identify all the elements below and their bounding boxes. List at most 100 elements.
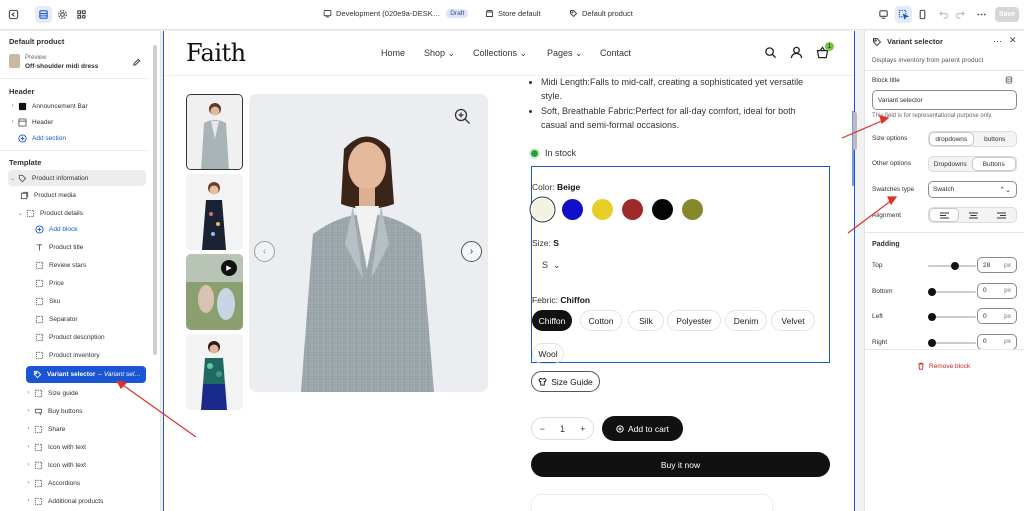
settings-icon[interactable] (54, 6, 71, 23)
fabric-option-polyester[interactable]: Polyester (667, 310, 721, 331)
nav-shop[interactable]: Shop ⌄ (424, 48, 455, 59)
product-main-image[interactable] (249, 94, 488, 392)
tree-item-share[interactable]: › Share (24, 421, 160, 437)
chevron-right-icon[interactable]: › (8, 119, 17, 125)
store-logo[interactable]: Faith (186, 39, 246, 67)
chevron-down-icon[interactable]: ⌄ (16, 210, 25, 217)
align-right-icon[interactable] (988, 208, 1016, 222)
close-icon[interactable]: ✕ (1009, 35, 1017, 46)
slider-thumb[interactable] (951, 262, 960, 270)
size-guide-button[interactable]: Size Guide (531, 371, 600, 392)
buy-now-button[interactable]: Buy it now (531, 452, 830, 477)
theme-selector[interactable]: Store default (485, 9, 541, 18)
tree-item-accordions[interactable]: › Accordions (24, 475, 160, 491)
sections-icon[interactable] (35, 6, 52, 23)
next-image-arrow-icon[interactable]: › (461, 241, 482, 262)
quantity-stepper[interactable]: − 1 + (531, 417, 594, 440)
quantity-value[interactable]: 1 (560, 424, 565, 434)
align-left-icon[interactable] (929, 208, 960, 222)
tree-item-size-guide[interactable]: › Size guide (24, 385, 160, 401)
color-swatch[interactable] (592, 199, 613, 220)
fabric-option-denim[interactable]: Denim (725, 310, 767, 331)
tree-item-price[interactable]: Price (34, 275, 160, 291)
left-scrollbar[interactable] (153, 45, 157, 355)
tree-item-product-media[interactable]: Product media (19, 187, 157, 203)
tree-item-variant-selector[interactable]: Variant selector – Variant sel… (26, 366, 146, 383)
nav-contact[interactable]: Contact (600, 48, 631, 58)
add-to-cart-button[interactable]: Add to cart (602, 416, 683, 441)
tree-item-icon-with-text[interactable]: › Icon with text (24, 457, 160, 473)
fabric-option-wool[interactable]: Wool (532, 343, 564, 364)
color-swatch[interactable] (622, 199, 643, 220)
color-swatch[interactable] (682, 199, 703, 220)
color-swatch[interactable] (562, 199, 583, 220)
add-block-button[interactable]: Add block (34, 221, 160, 237)
zoom-icon[interactable] (454, 108, 471, 127)
chevron-right-icon[interactable]: › (24, 444, 33, 450)
slider-thumb[interactable] (928, 287, 936, 296)
account-icon[interactable] (790, 46, 803, 61)
tree-item-product-details[interactable]: ⌄ Product details (16, 205, 154, 221)
tree-item-product-description[interactable]: Product description (34, 329, 160, 345)
size-options-toggle[interactable]: dropdowns buttons (928, 131, 1017, 147)
save-button[interactable]: Save (995, 7, 1019, 22)
nav-pages[interactable]: Pages ⌄ (547, 48, 583, 59)
chevron-right-icon[interactable]: › (24, 462, 33, 468)
add-section-button[interactable]: Add section (8, 130, 146, 146)
other-options-toggle[interactable]: Dropdowns Buttons (928, 156, 1017, 172)
tree-item-buy-buttons[interactable]: › Buy buttons (24, 403, 160, 419)
apps-icon[interactable] (73, 6, 90, 23)
product-video-thumbnail[interactable]: ▶ (186, 254, 243, 330)
redo-icon[interactable] (952, 6, 969, 23)
size-option-dropdowns[interactable]: dropdowns (929, 132, 974, 146)
preview-scrollbar[interactable] (853, 112, 857, 150)
chevron-right-icon[interactable]: › (24, 498, 33, 504)
color-swatch[interactable] (532, 199, 553, 220)
slider-thumb[interactable] (928, 313, 936, 321)
size-dropdown[interactable]: S ⌄ (542, 260, 561, 271)
alignment-toggle[interactable] (928, 207, 1017, 223)
more-icon[interactable]: ⋯ (993, 36, 1002, 47)
product-thumbnail-1[interactable] (186, 94, 243, 170)
chevron-right-icon[interactable]: › (8, 103, 17, 109)
product-thumbnail-4[interactable] (186, 334, 243, 410)
store-selector[interactable]: Development (020e9a-DESK… Draft (323, 9, 469, 18)
nav-collections[interactable]: Collections ⌄ (473, 48, 527, 59)
inspector-icon[interactable] (895, 6, 912, 23)
database-icon[interactable] (1005, 76, 1013, 86)
edit-pencil-icon[interactable] (132, 58, 141, 69)
align-center-icon[interactable] (959, 208, 987, 222)
tree-item-review-stars[interactable]: Review stars (34, 257, 160, 273)
other-option-buttons[interactable]: Buttons (971, 157, 1016, 171)
fabric-option-chiffon[interactable]: Chiffon (532, 310, 572, 331)
nav-home[interactable]: Home (381, 48, 405, 58)
plus-icon[interactable]: + (580, 424, 585, 434)
tree-item-sku[interactable]: Sku (34, 293, 160, 309)
color-swatch[interactable] (652, 199, 673, 220)
product-thumbnail-2[interactable] (186, 174, 243, 250)
chevron-right-icon[interactable]: › (24, 408, 33, 414)
padding-right-input[interactable]: 0 px (977, 333, 1017, 350)
minus-icon[interactable]: − (540, 424, 545, 434)
more-icon[interactable] (973, 6, 990, 23)
tree-item-separator[interactable]: Separator (34, 311, 160, 327)
exit-icon[interactable] (5, 6, 22, 23)
swatches-type-select[interactable]: Swatch ⌃⌄ (928, 181, 1017, 198)
size-option-buttons[interactable]: buttons (974, 132, 1017, 146)
chevron-right-icon[interactable]: › (24, 480, 33, 486)
desktop-view-icon[interactable] (875, 6, 892, 23)
prev-image-arrow-icon[interactable]: ‹ (254, 241, 275, 262)
fabric-option-silk[interactable]: Silk (628, 310, 664, 331)
padding-top-input[interactable]: 28 px (977, 257, 1017, 273)
template-selector[interactable]: Default product (569, 9, 633, 18)
tree-item-product-inventory[interactable]: Product inventory (34, 347, 160, 363)
tree-item-announcement-bar[interactable]: › Announcement Bar (8, 98, 146, 114)
tree-item-additional-products[interactable]: › Additional products (24, 493, 160, 509)
slider-thumb[interactable] (928, 338, 936, 347)
tree-item-product-information[interactable]: ⌄ Product information (8, 170, 146, 186)
fabric-option-cotton[interactable]: Cotton (580, 310, 622, 331)
tree-item-header[interactable]: › Header (8, 114, 146, 130)
undo-icon[interactable] (935, 6, 952, 23)
chevron-right-icon[interactable]: › (24, 390, 33, 396)
variant-selector-block[interactable]: Color: Beige Size: S S ⌄ Febric: Chiffon… (531, 166, 830, 364)
